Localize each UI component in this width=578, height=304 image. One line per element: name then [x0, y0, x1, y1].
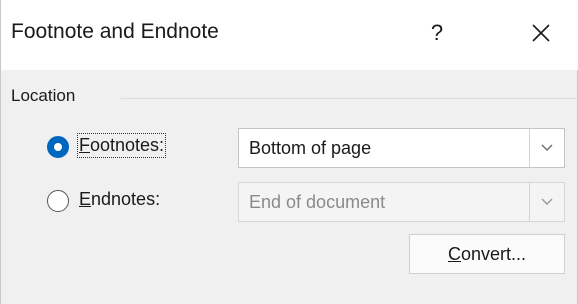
close-button[interactable]: [513, 10, 569, 56]
convert-button[interactable]: Convert...: [409, 234, 565, 274]
footnotes-dropdown-button[interactable]: [529, 129, 564, 167]
footnotes-radio[interactable]: [47, 136, 69, 158]
chevron-down-icon: [541, 144, 553, 151]
group-divider: [121, 98, 578, 99]
location-group-label: Location: [11, 86, 76, 105]
endnotes-position-value: End of document: [249, 192, 386, 212]
close-icon: [532, 24, 550, 42]
footnotes-position-select[interactable]: Bottom of page: [238, 128, 565, 168]
title-bar: Footnote and Endnote ?: [1, 0, 578, 70]
dialog-title: Footnote and Endnote: [11, 20, 219, 43]
footnotes-position-value: Bottom of page: [249, 138, 372, 158]
endnotes-dropdown-button[interactable]: [529, 183, 564, 221]
convert-label-rest: onvert...: [460, 243, 527, 264]
footnotes-label[interactable]: Footnotes:: [76, 133, 167, 158]
help-button[interactable]: ?: [409, 10, 465, 56]
footnotes-label-rest: ootnotes:: [90, 135, 165, 155]
endnotes-label-rest: ndnotes:: [91, 189, 161, 209]
chevron-down-icon: [541, 198, 553, 205]
endnotes-radio[interactable]: [47, 190, 69, 212]
endnotes-position-select[interactable]: End of document: [238, 182, 565, 222]
footnote-endnote-dialog: Footnote and Endnote ? Location Footnote…: [0, 0, 578, 304]
convert-label-mnemonic: C: [447, 243, 461, 264]
endnotes-label[interactable]: Endnotes:: [79, 189, 160, 210]
endnotes-label-mnemonic: E: [79, 189, 92, 209]
help-icon: ?: [430, 20, 444, 45]
footnotes-label-mnemonic: F: [79, 135, 90, 155]
